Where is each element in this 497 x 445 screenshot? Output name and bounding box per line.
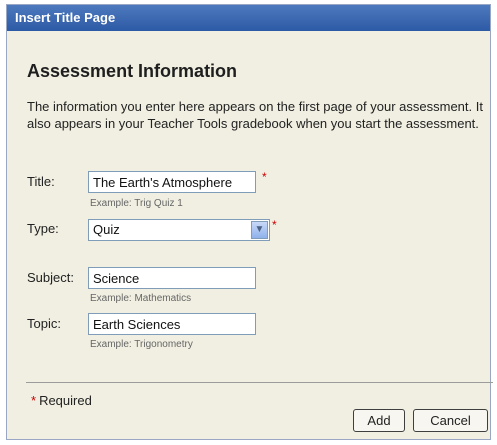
add-button[interactable]: Add: [353, 409, 405, 432]
type-select-value: Quiz: [93, 222, 120, 237]
required-star: *: [31, 393, 37, 408]
topic-input[interactable]: [88, 313, 256, 335]
type-select[interactable]: Quiz ▼: [88, 219, 270, 241]
cancel-button[interactable]: Cancel: [413, 409, 488, 432]
dialog-title: Insert Title Page: [7, 5, 490, 31]
topic-example: Example: Trigonometry: [90, 339, 193, 350]
required-text: Required: [39, 393, 92, 408]
title-required-marker: *: [262, 170, 267, 184]
description-text: The information you enter here appears o…: [27, 99, 483, 131]
footer-separator: [26, 382, 493, 383]
page-heading: Assessment Information: [27, 61, 238, 81]
required-note: * Required: [31, 393, 92, 408]
subject-label: Subject:: [27, 270, 74, 285]
topic-label: Topic:: [27, 316, 61, 331]
subject-example: Example: Mathematics: [90, 293, 192, 304]
title-input[interactable]: [88, 171, 256, 193]
type-required-marker: *: [272, 218, 277, 232]
subject-input[interactable]: [88, 267, 256, 289]
type-label: Type:: [27, 221, 59, 236]
insert-title-page-dialog: Insert Title Page Assessment Information…: [6, 4, 493, 440]
chevron-down-icon[interactable]: ▼: [251, 221, 268, 239]
title-example: Example: Trig Quiz 1: [90, 198, 183, 209]
title-label: Title:: [27, 174, 55, 189]
